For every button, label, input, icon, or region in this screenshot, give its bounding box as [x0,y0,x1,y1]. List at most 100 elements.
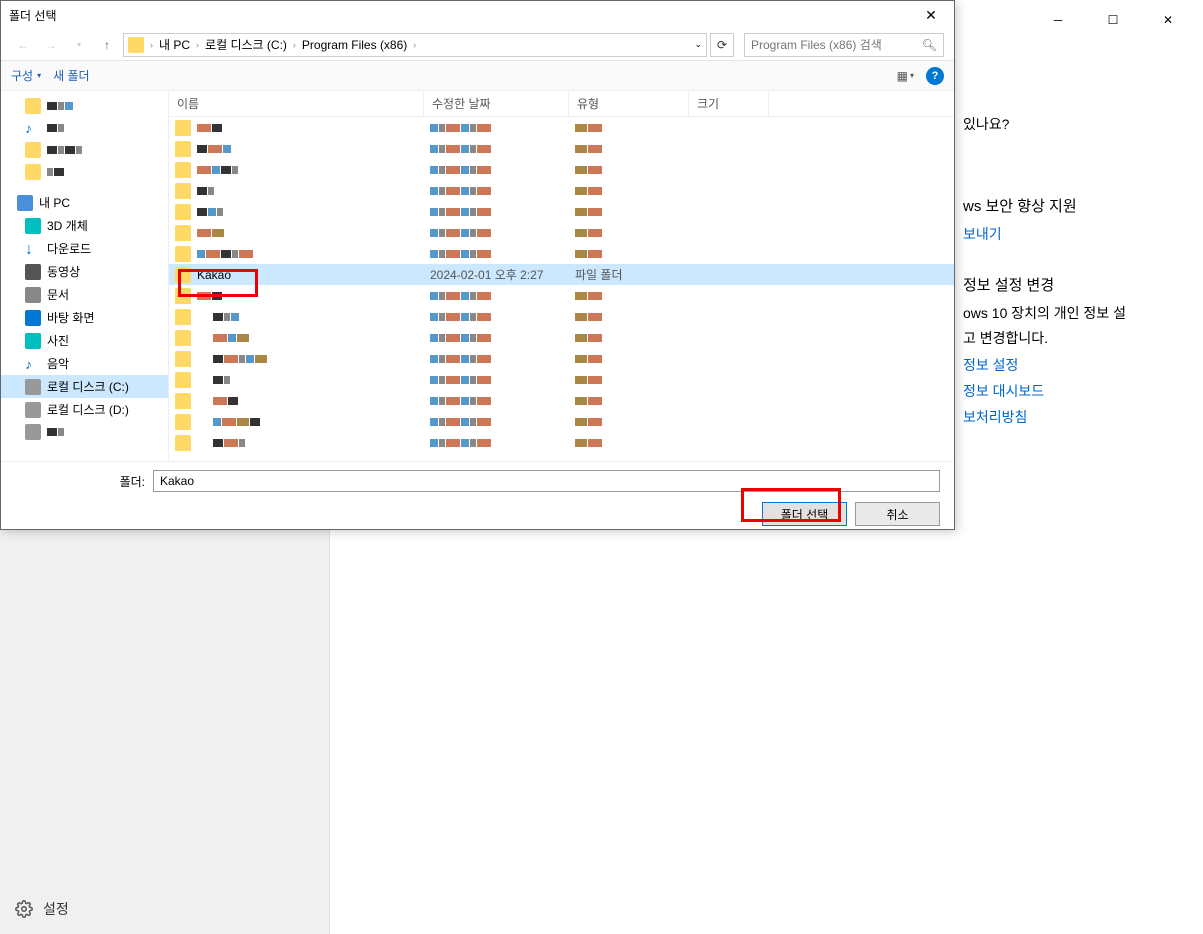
folder-icon [175,393,191,409]
bg-question: 있나요? [963,114,1193,135]
list-item[interactable] [169,432,954,453]
picture-icon [25,333,41,349]
search-icon: 🔍︎ [922,38,937,52]
maximize-icon[interactable]: ☐ [1093,5,1133,35]
col-size[interactable]: 크기 [689,91,769,116]
folder-icon [175,267,191,283]
dialog-title: 폴더 선택 [9,7,57,24]
tree-item-disk-c[interactable]: 로컬 디스크 (C:) [1,375,168,398]
folder-icon [175,309,191,325]
list-item[interactable] [169,285,954,306]
tree-label: 사진 [47,332,69,349]
organize-button[interactable]: 구성 ▾ [11,67,41,84]
tree-item-3d[interactable]: 3D 개체 [1,214,168,237]
folder-label: 폴더: [15,473,145,490]
tree-item[interactable] [1,117,168,139]
tree-item[interactable] [1,161,168,183]
tree-item-documents[interactable]: 문서 [1,283,168,306]
folder-icon [175,351,191,367]
tree-label: 문서 [47,286,69,303]
tree-label: 바탕 화면 [47,309,95,326]
forward-button[interactable]: → [39,33,63,57]
bg-link-dashboard[interactable]: 정보 대시보드 [963,381,1193,401]
tree-item-videos[interactable]: 동영상 [1,260,168,283]
bg-link-send[interactable]: 보내기 [963,224,1193,244]
list-header: 이름 수정한 날짜 유형 크기 [169,91,954,117]
pc-icon [17,195,33,211]
chevron-down-icon[interactable]: ⌄ [694,39,702,50]
folder-icon [175,288,191,304]
bg-content: 있나요? ws 보안 향상 지원 보내기 정보 설정 변경 ows 10 장치의… [953,100,1203,443]
folder-icon [25,164,41,180]
chevron-right-icon: › [293,40,296,50]
back-button[interactable]: ← [11,33,35,57]
bg-link-policy[interactable]: 보처리방침 [963,407,1193,427]
chevron-down-icon: ▾ [910,71,914,80]
breadcrumb[interactable]: › 내 PC › 로컬 디스크 (C:) › Program Files (x8… [123,33,707,57]
refresh-button[interactable]: ⟳ [710,33,734,57]
folder-icon [25,98,41,114]
folder-select-dialog: 폴더 선택 ✕ ← → ▾ ↑ › 내 PC › 로컬 디스크 (C:) › P… [0,0,955,530]
3d-icon [25,218,41,234]
list-item[interactable] [169,348,954,369]
crumb-program-files[interactable]: Program Files (x86) [298,38,411,52]
list-item[interactable] [169,159,954,180]
folder-icon [175,204,191,220]
list-item[interactable] [169,369,954,390]
list-item[interactable] [169,138,954,159]
file-list[interactable]: 이름 수정한 날짜 유형 크기 Kakao 2024-02-01 오후 2:27… [169,91,954,461]
new-folder-button[interactable]: 새 폴더 [53,67,89,84]
tree-item-disk-d[interactable]: 로컬 디스크 (D:) [1,398,168,421]
select-folder-button[interactable]: 폴더 선택 [762,502,847,526]
list-item[interactable] [169,201,954,222]
up-button[interactable]: ↑ [95,33,119,57]
recent-dropdown[interactable]: ▾ [67,33,91,57]
list-item[interactable] [169,327,954,348]
list-item[interactable] [169,411,954,432]
tree-item-desktop[interactable]: 바탕 화면 [1,306,168,329]
tree-item-pc[interactable]: 내 PC [1,191,168,214]
tree-item[interactable] [1,95,168,117]
list-item[interactable] [169,390,954,411]
help-button[interactable]: ? [926,67,944,85]
tree-item[interactable] [1,421,168,443]
tree-item[interactable] [1,139,168,161]
disk-icon [25,424,41,440]
row-type: 파일 폴더 [575,266,695,283]
folder-icon [175,141,191,157]
list-item[interactable] [169,222,954,243]
tree-item-music[interactable]: 음악 [1,352,168,375]
list-item[interactable] [169,306,954,327]
tree-label: 음악 [47,355,69,372]
disk-icon [25,379,41,395]
view-options-button[interactable]: ▦ ▾ [897,69,914,83]
settings-button[interactable]: 설정 [15,899,69,919]
list-item[interactable] [169,117,954,138]
navigation-tree[interactable]: 내 PC 3D 개체 다운로드 동영상 문서 바탕 화면 사진 음악 로컬 디스… [1,91,169,461]
folder-icon [175,330,191,346]
col-modified[interactable]: 수정한 날짜 [424,91,569,116]
folder-icon [175,435,191,451]
search-box[interactable]: 🔍︎ [744,33,944,57]
tree-item-downloads[interactable]: 다운로드 [1,237,168,260]
bg-link-settings[interactable]: 정보 설정 [963,355,1193,375]
list-item-kakao[interactable]: Kakao 2024-02-01 오후 2:27 파일 폴더 [169,264,954,285]
crumb-pc[interactable]: 내 PC [155,36,194,53]
chevron-down-icon: ▾ [37,71,41,80]
minimize-icon[interactable]: ─ [1038,5,1078,35]
close-icon[interactable]: ✕ [1148,5,1188,35]
gear-icon [15,900,33,918]
cancel-button[interactable]: 취소 [855,502,940,526]
list-item[interactable] [169,180,954,201]
tree-label: 동영상 [47,263,80,280]
list-item[interactable] [169,243,954,264]
close-button[interactable]: ✕ [916,4,946,26]
folder-input[interactable] [153,470,940,492]
crumb-disk-c[interactable]: 로컬 디스크 (C:) [201,36,291,53]
tree-label: 3D 개체 [47,217,88,234]
col-type[interactable]: 유형 [569,91,689,116]
col-name[interactable]: 이름 [169,91,424,116]
folder-icon [128,37,144,53]
tree-item-pictures[interactable]: 사진 [1,329,168,352]
search-input[interactable] [751,38,922,52]
